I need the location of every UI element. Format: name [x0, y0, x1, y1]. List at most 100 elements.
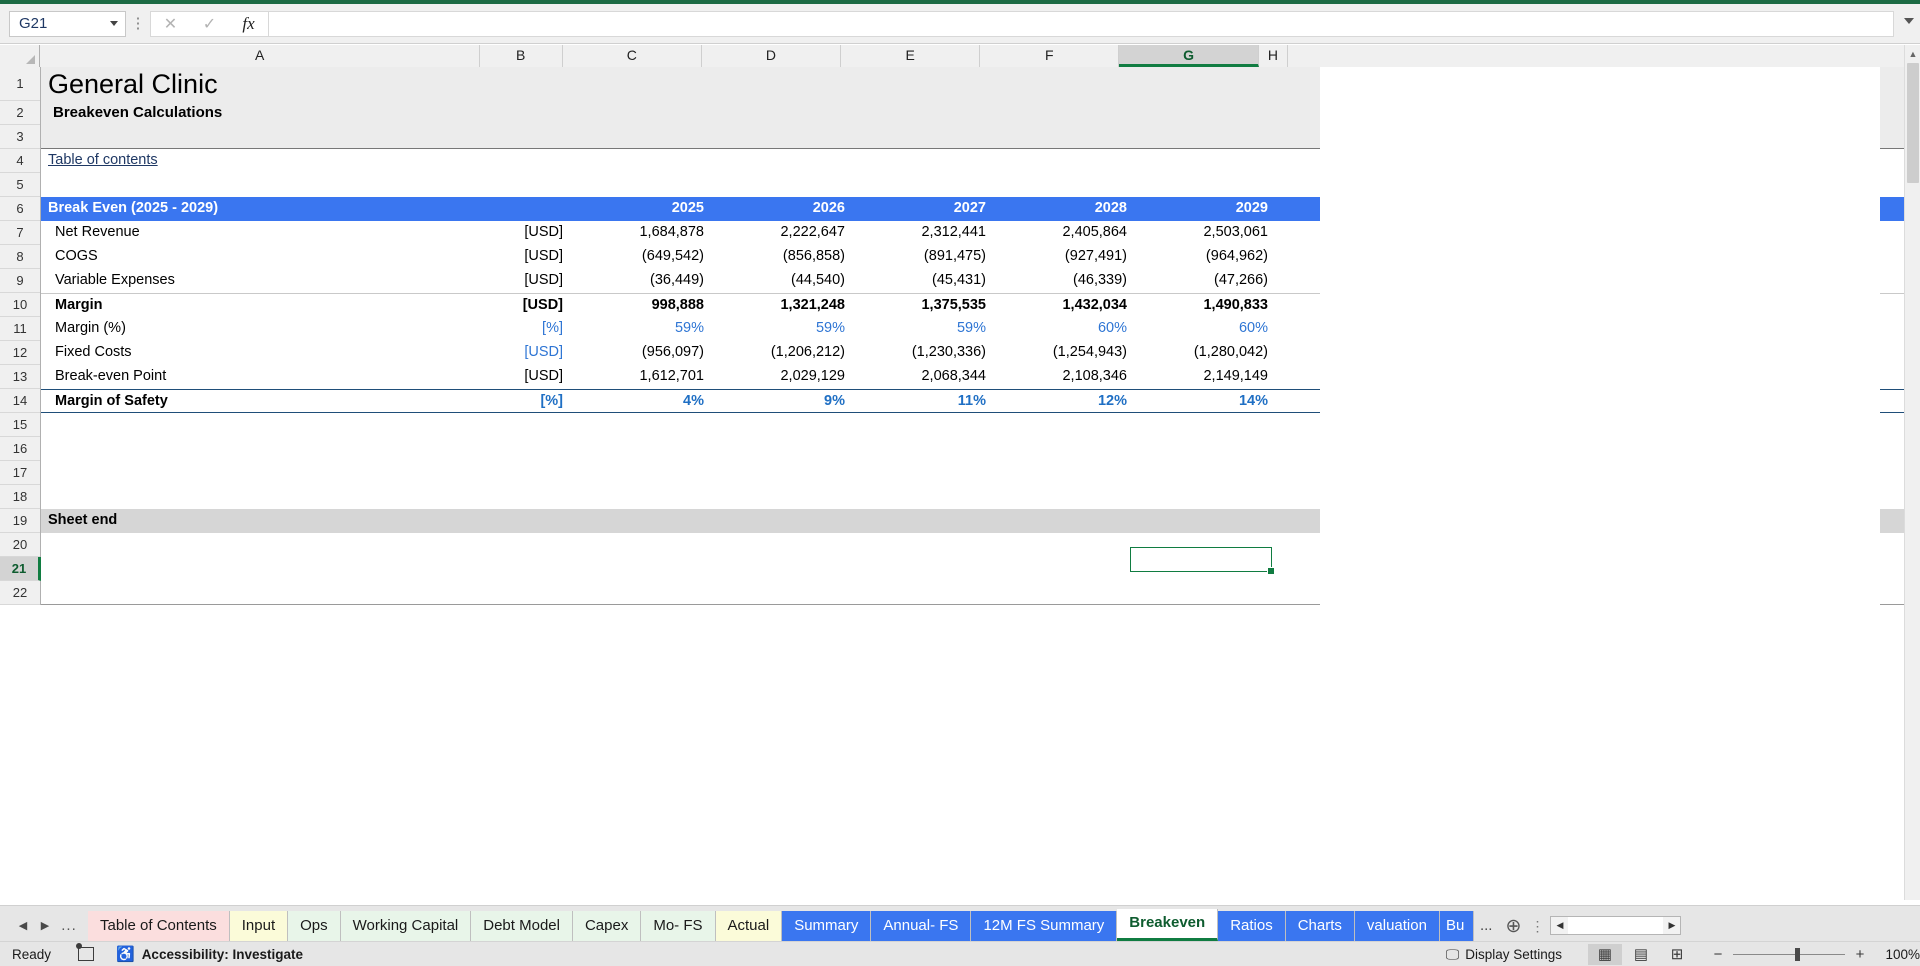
value-2025: 4% [683, 393, 704, 409]
zoom-out-button[interactable]: − [1712, 946, 1724, 963]
year-header-2029: 2029 [1235, 200, 1268, 216]
display-settings-button[interactable]: 🖵 Display Settings [1446, 946, 1562, 963]
sheet-tab-input[interactable]: Input [229, 911, 289, 941]
row-header-13[interactable]: 13 [0, 365, 40, 389]
column-header-D[interactable]: D [701, 45, 842, 67]
row-header-17[interactable]: 17 [0, 461, 40, 485]
column-header-H[interactable]: H [1258, 45, 1289, 67]
scroll-right-icon[interactable]: ▶ [1663, 917, 1681, 934]
fx-icon[interactable]: fx [229, 12, 268, 36]
scroll-left-icon[interactable]: ◀ [1551, 917, 1569, 934]
sheet-tab-charts[interactable]: Charts [1285, 911, 1355, 941]
blank-cell [41, 413, 1280, 437]
formula-input[interactable] [268, 10, 1894, 37]
sheet-tab-summary[interactable]: Summary [782, 911, 872, 941]
vertical-scroll-thumb[interactable] [1907, 63, 1919, 183]
zoom-in-button[interactable]: + [1854, 946, 1866, 963]
sheet-tab-annual-fs[interactable]: Annual- FS [871, 911, 972, 941]
column-header-E[interactable]: E [841, 45, 981, 67]
row-header-9[interactable]: 9 [0, 269, 40, 293]
section-header-unit [486, 197, 570, 221]
page-break-icon[interactable]: ⊞ [1660, 944, 1694, 965]
row-header-12[interactable]: 12 [0, 341, 40, 365]
accessibility-label: Accessibility: Investigate [141, 946, 304, 962]
row-header-8[interactable]: 8 [0, 245, 40, 269]
row-header-19[interactable]: 19 [0, 509, 40, 533]
row-header-4[interactable]: 4 [0, 149, 40, 173]
row-header-11[interactable]: 11 [0, 317, 40, 341]
row-header-20[interactable]: 20 [0, 533, 40, 557]
column-header-B[interactable]: B [479, 45, 563, 67]
sheet-tab-breakeven[interactable]: Breakeven [1117, 909, 1219, 941]
name-box[interactable]: G21 [9, 10, 126, 37]
row-unit: [USD] [524, 368, 563, 384]
horizontal-scrollbar[interactable]: ◀ ▶ [1550, 916, 1682, 935]
column-header-G[interactable]: G [1119, 45, 1259, 67]
sheet-tabs-overflow[interactable]: ... [1474, 911, 1499, 941]
zoom-slider-thumb[interactable] [1795, 947, 1800, 961]
table-of-contents-link[interactable]: Table of contents [48, 152, 158, 168]
sheet-tab-table-of-contents[interactable]: Table of Contents [88, 911, 230, 941]
sheet-tab-capex[interactable]: Capex [572, 911, 642, 941]
sheet-tab-valuation[interactable]: valuation [1354, 911, 1440, 941]
row-unit: [%] [542, 320, 563, 336]
triangle-left-icon[interactable]: ◀ [12, 911, 34, 939]
row-header-16[interactable]: 16 [0, 437, 40, 461]
sheet-nav-more[interactable]: ... [56, 911, 82, 939]
row-unit: [USD] [524, 224, 563, 240]
value-2028: 2,405,864 [1062, 224, 1127, 240]
sheet-tab-12m-fs-summary[interactable]: 12M FS Summary [971, 911, 1118, 941]
close-icon[interactable]: ✕ [151, 12, 190, 36]
sheet-tab-actual[interactable]: Actual [715, 911, 783, 941]
row-header-5[interactable]: 5 [0, 173, 40, 197]
column-header-F[interactable]: F [980, 45, 1120, 67]
row-header-15[interactable]: 15 [0, 413, 40, 437]
status-ready-label: Ready [12, 946, 52, 962]
row-header-1[interactable]: 1 [0, 67, 40, 101]
row-header-18[interactable]: 18 [0, 485, 40, 509]
plus-circle-icon[interactable]: ⊕ [1498, 911, 1528, 941]
column-header-A[interactable]: A [40, 45, 480, 67]
sheet-tab-bu[interactable]: Bu [1439, 911, 1474, 941]
view-mode-buttons: ▦ ▤ ⊞ [1588, 943, 1694, 965]
sheet-tab-debt-model[interactable]: Debt Model [471, 911, 573, 941]
zoom-slider[interactable] [1733, 947, 1845, 961]
row-unit: [USD] [522, 297, 563, 313]
row-header-14[interactable]: 14 [0, 389, 40, 413]
column-header-C[interactable]: C [562, 45, 702, 67]
formula-bar-overflow-icon[interactable]: ⋮ [126, 16, 150, 31]
sheet-tab-ratios[interactable]: Ratios [1218, 911, 1286, 941]
row-header-7[interactable]: 7 [0, 221, 40, 245]
chevron-down-icon[interactable] [110, 21, 118, 26]
grid-view-icon[interactable]: ▦ [1588, 943, 1622, 965]
row-header-3[interactable]: 3 [0, 125, 40, 149]
toc-link-cell[interactable]: Table of contents [41, 149, 1280, 173]
value-2029: (47,266) [1213, 272, 1268, 288]
chevron-down-icon[interactable] [1904, 18, 1914, 24]
horizontal-scroll-track[interactable] [1568, 917, 1664, 934]
row-header-22[interactable]: 22 [0, 581, 40, 605]
value-2027: 2,068,344 [921, 368, 986, 384]
name-box-value: G21 [19, 15, 48, 32]
accessibility-status[interactable]: ♿ Accessibility: Investigate [116, 945, 303, 963]
sheet-tab-mo-fs[interactable]: Mo- FS [641, 911, 716, 941]
year-header-2025: 2025 [671, 200, 704, 216]
select-all-corner[interactable] [0, 45, 41, 67]
sheet-tab-options-icon[interactable]: ⋮ [1528, 911, 1546, 941]
sheet-tab-working-capital[interactable]: Working Capital [340, 911, 472, 941]
row-unit: [%] [540, 393, 563, 409]
zoom-level-label[interactable]: 100% [1878, 947, 1920, 962]
row-header-21[interactable]: 21 [0, 557, 41, 581]
page-layout-icon[interactable]: ▤ [1624, 944, 1658, 965]
check-icon[interactable]: ✓ [190, 12, 229, 36]
row-header-10[interactable]: 10 [0, 293, 40, 317]
triangle-right-icon[interactable]: ▶ [34, 911, 56, 939]
row-label: Margin [55, 297, 103, 313]
row-header-6[interactable]: 6 [0, 197, 40, 221]
record-macro-icon[interactable] [76, 943, 94, 961]
row-header-2[interactable]: 2 [0, 101, 40, 125]
sheet-tab-ops[interactable]: Ops [288, 911, 341, 941]
vertical-scrollbar[interactable]: ▲ [1904, 45, 1920, 900]
scroll-up-icon[interactable]: ▲ [1905, 45, 1920, 62]
blank-cell [41, 533, 1280, 557]
